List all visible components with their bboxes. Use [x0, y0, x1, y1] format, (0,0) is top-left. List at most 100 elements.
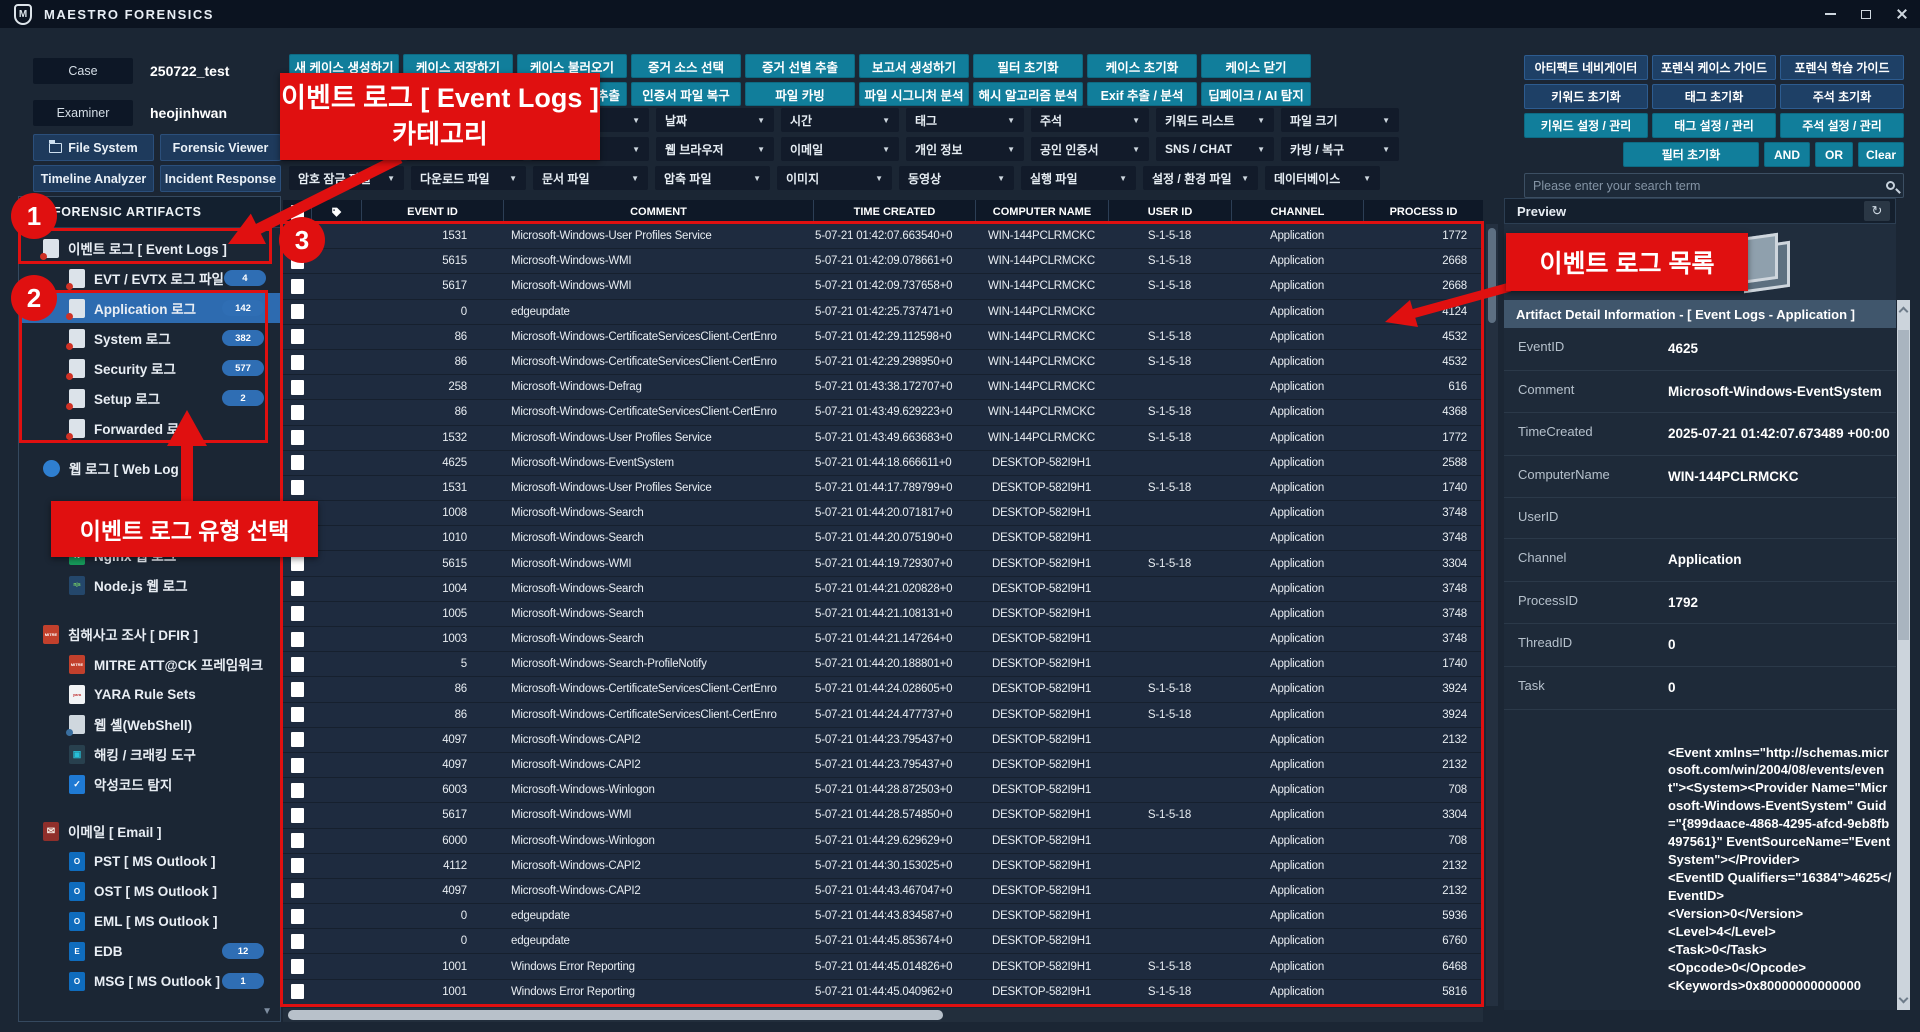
row-checkbox[interactable] — [283, 274, 311, 298]
sidebar-item[interactable]: ✉이메일 [ Email ] — [19, 816, 280, 846]
sidebar-item[interactable]: 웹 셸(WebShell) — [19, 709, 280, 739]
row-checkbox[interactable] — [283, 300, 311, 324]
filter-dropdown[interactable]: 날짜▼ — [656, 108, 774, 132]
row-checkbox[interactable] — [283, 879, 311, 903]
toolbar-button[interactable]: 파일 시그니처 분석 — [859, 82, 969, 106]
row-checkbox[interactable] — [283, 375, 311, 399]
right-panel-button[interactable]: 키워드 초기화 — [1524, 84, 1648, 109]
filter-dropdown[interactable]: 동영상▼ — [899, 166, 1014, 190]
row-checkbox[interactable] — [283, 904, 311, 928]
table-row[interactable]: 258Microsoft-Windows-Defrag5-07-21 01:43… — [283, 375, 1483, 400]
row-checkbox-cell[interactable] — [283, 879, 311, 903]
row-checkbox[interactable] — [283, 350, 311, 374]
row-checkbox-cell[interactable] — [283, 677, 311, 701]
right-panel-button[interactable]: 아티팩트 네비게이터 — [1524, 55, 1648, 80]
row-checkbox-cell[interactable] — [283, 375, 311, 399]
table-row[interactable]: 4625Microsoft-Windows-EventSystem5-07-21… — [283, 451, 1483, 476]
filter-dropdown[interactable]: 키워드 리스트▼ — [1156, 108, 1274, 132]
detail-scrollbar[interactable] — [1897, 300, 1910, 1010]
row-checkbox-cell[interactable] — [283, 476, 311, 500]
filter-dropdown[interactable]: 문서 파일▼ — [533, 166, 648, 190]
filter-dropdown[interactable]: 개인 정보▼ — [906, 137, 1024, 161]
row-checkbox-cell[interactable] — [283, 400, 311, 424]
row-checkbox-cell[interactable] — [283, 577, 311, 601]
right-panel-button[interactable]: 포렌식 학습 가이드 — [1780, 55, 1904, 80]
sidebar-item[interactable]: Forwarded 로그 — [19, 413, 280, 443]
table-row[interactable]: 1010Microsoft-Windows-Search5-07-21 01:4… — [283, 526, 1483, 551]
row-checkbox-cell[interactable] — [283, 904, 311, 928]
column-header[interactable]: TIME CREATED — [813, 200, 975, 224]
right-panel-button[interactable]: 주석 초기화 — [1780, 84, 1904, 109]
table-row[interactable]: 1001Windows Error Reporting5-07-21 01:44… — [283, 954, 1483, 979]
table-row[interactable]: 5617Microsoft-Windows-WMI5-07-21 01:42:0… — [283, 274, 1483, 299]
incident-response-button[interactable]: Incident Response — [160, 165, 281, 192]
toolbar-button[interactable]: 해시 알고리즘 분석 — [973, 82, 1083, 106]
toolbar-button[interactable]: 증거 소스 선택 — [631, 54, 741, 78]
filter-dropdown[interactable]: 다운로드 파일▼ — [411, 166, 526, 190]
row-checkbox-cell[interactable] — [283, 829, 311, 853]
row-checkbox-cell[interactable] — [283, 703, 311, 727]
sidebar-item[interactable]: MITRE침해사고 조사 [ DFIR ] — [19, 619, 280, 649]
row-checkbox[interactable] — [283, 753, 311, 777]
row-checkbox-cell[interactable] — [283, 325, 311, 349]
table-row[interactable]: 1001Windows Error Reporting5-07-21 01:44… — [283, 980, 1483, 1005]
row-checkbox-cell[interactable] — [283, 803, 311, 827]
filter-dropdown[interactable]: 이메일▼ — [781, 137, 899, 161]
table-row[interactable]: 86Microsoft-Windows-CertificateServicesC… — [283, 400, 1483, 425]
row-checkbox[interactable] — [283, 803, 311, 827]
row-checkbox[interactable] — [283, 577, 311, 601]
sidebar-item[interactable]: OMSG [ MS Outlook ]1 — [19, 966, 280, 996]
table-row[interactable]: 4112Microsoft-Windows-CAPI25-07-21 01:44… — [283, 854, 1483, 879]
scroll-up-icon[interactable] — [1899, 307, 1909, 317]
row-checkbox-cell[interactable] — [283, 274, 311, 298]
row-checkbox[interactable] — [283, 325, 311, 349]
table-row[interactable]: 0edgeupdate5-07-21 01:44:45.853674+0DESK… — [283, 929, 1483, 954]
row-checkbox-cell[interactable] — [283, 451, 311, 475]
search-box[interactable] — [1524, 173, 1904, 198]
sidebar-item[interactable]: EVT / EVTX 로그 파일4 — [19, 263, 280, 293]
row-checkbox-cell[interactable] — [283, 980, 311, 1004]
table-row[interactable]: 86Microsoft-Windows-CertificateServicesC… — [283, 350, 1483, 375]
row-checkbox-cell[interactable] — [283, 350, 311, 374]
row-checkbox[interactable] — [283, 778, 311, 802]
table-row[interactable]: 5617Microsoft-Windows-WMI5-07-21 01:44:2… — [283, 803, 1483, 828]
sidebar-item[interactable]: OPST [ MS Outlook ] — [19, 846, 280, 876]
table-row[interactable]: 1532Microsoft-Windows-User Profiles Serv… — [283, 426, 1483, 451]
filter-dropdown[interactable]: 압축 파일▼ — [655, 166, 770, 190]
row-checkbox-cell[interactable] — [283, 929, 311, 953]
sidebar-item[interactable]: 이벤트 로그 [ Event Logs ] — [19, 233, 280, 263]
close-button[interactable] — [1884, 0, 1920, 28]
row-checkbox[interactable] — [283, 929, 311, 953]
toolbar-button[interactable]: 인증서 파일 복구 — [631, 82, 741, 106]
table-row[interactable]: 0edgeupdate5-07-21 01:42:25.737471+0WIN-… — [283, 300, 1483, 325]
table-row[interactable]: 4097Microsoft-Windows-CAPI25-07-21 01:44… — [283, 753, 1483, 778]
filter-dropdown[interactable]: SNS / CHAT▼ — [1156, 137, 1274, 161]
column-header[interactable]: PROCESS ID — [1363, 200, 1483, 224]
row-checkbox[interactable] — [283, 954, 311, 978]
row-checkbox-cell[interactable] — [283, 778, 311, 802]
table-row[interactable]: 1005Microsoft-Windows-Search5-07-21 01:4… — [283, 602, 1483, 627]
right-panel-button[interactable]: 주석 설정 / 관리 — [1780, 113, 1904, 138]
scroll-down-icon[interactable] — [1899, 994, 1909, 1004]
table-row[interactable]: 1003Microsoft-Windows-Search5-07-21 01:4… — [283, 627, 1483, 652]
column-header[interactable]: COMPUTER NAME — [975, 200, 1108, 224]
row-checkbox[interactable] — [283, 854, 311, 878]
minimize-button[interactable] — [1812, 0, 1848, 28]
table-row[interactable]: 86Microsoft-Windows-CertificateServicesC… — [283, 325, 1483, 350]
refresh-button[interactable]: ↻ — [1864, 201, 1890, 221]
table-row[interactable]: 5Microsoft-Windows-Search-ProfileNotify5… — [283, 652, 1483, 677]
right-panel-button[interactable]: 키워드 설정 / 관리 — [1524, 113, 1648, 138]
filter-dropdown[interactable]: 주석▼ — [1031, 108, 1149, 132]
sidebar-item[interactable]: MITREMITRE ATT@CK 프레임워크 — [19, 649, 280, 679]
row-checkbox[interactable] — [283, 980, 311, 1004]
toolbar-button[interactable]: 파일 카빙 — [745, 82, 855, 106]
column-header[interactable]: EVENT ID — [361, 200, 503, 224]
table-row[interactable]: 1531Microsoft-Windows-User Profiles Serv… — [283, 476, 1483, 501]
sidebar-item[interactable]: yaraYARA Rule Sets — [19, 679, 280, 709]
row-checkbox[interactable] — [283, 652, 311, 676]
table-row[interactable]: 5615Microsoft-Windows-WMI5-07-21 01:42:0… — [283, 249, 1483, 274]
sidebar-item[interactable]: EEDB12 — [19, 936, 280, 966]
right-panel-button[interactable]: 태그 설정 / 관리 — [1652, 113, 1776, 138]
row-checkbox[interactable] — [283, 677, 311, 701]
table-row[interactable]: 6000Microsoft-Windows-Winlogon5-07-21 01… — [283, 829, 1483, 854]
